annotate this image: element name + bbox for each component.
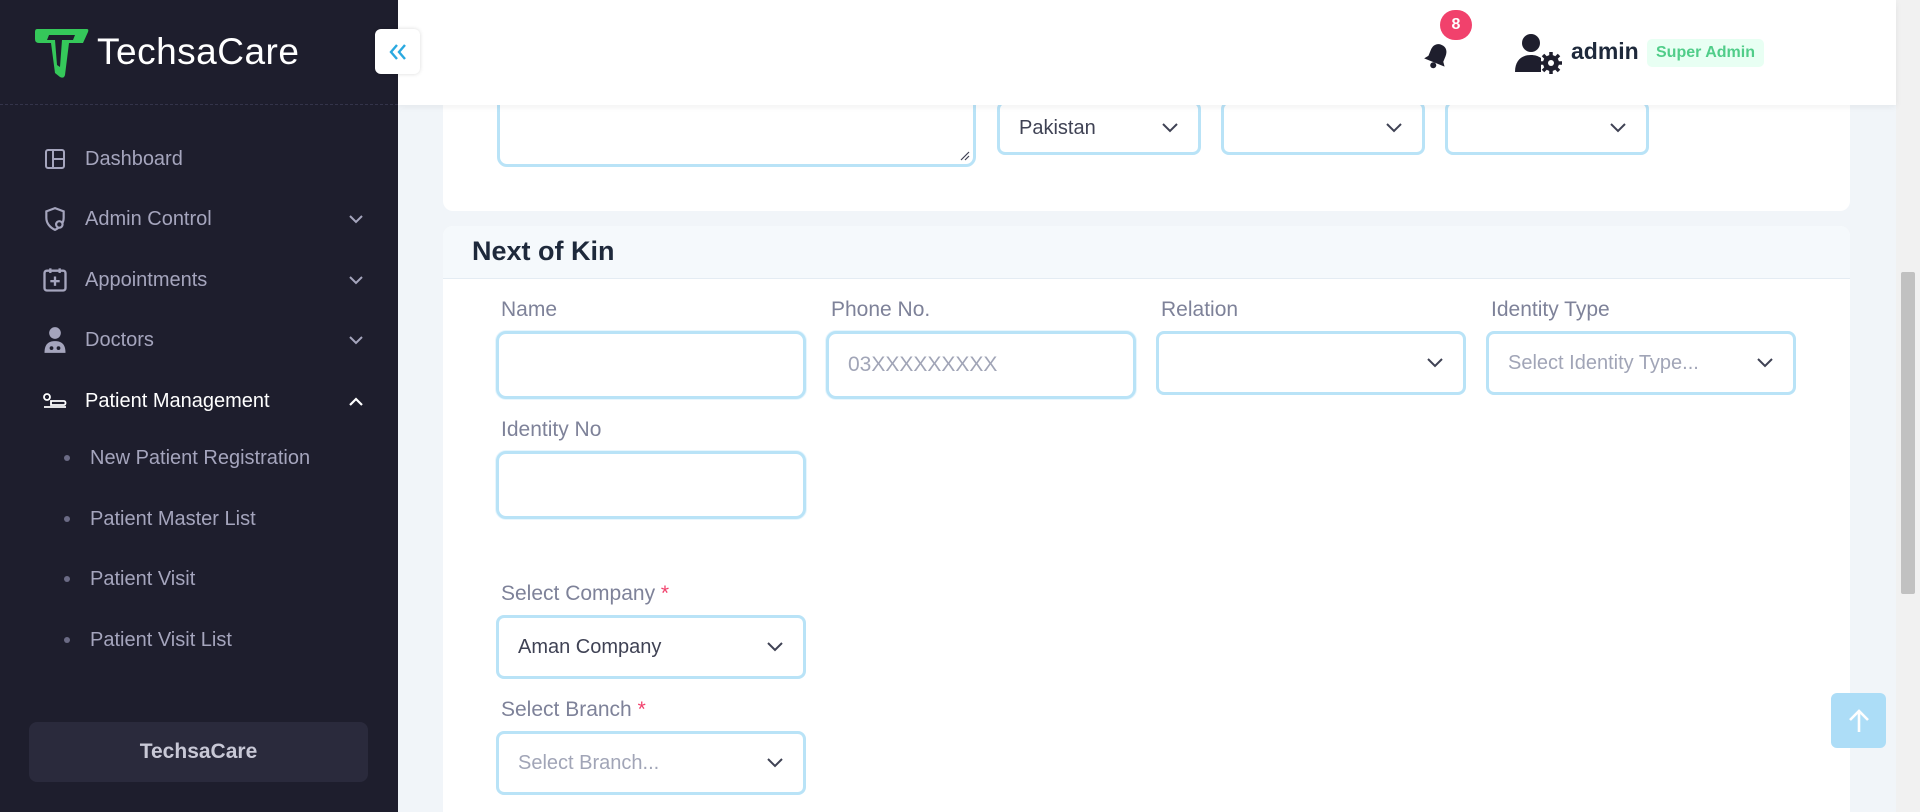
sidebar-subitem-patient-visit[interactable]: Patient Visit [0,557,398,601]
shield-icon [40,204,70,234]
top-header: 8 admin Super Admin [398,0,1896,105]
branch-label-text: Select Branch [501,698,632,721]
branch-select[interactable]: Select Branch... [496,731,806,795]
page-scrollbar[interactable] [1896,0,1920,812]
branch-label: Select Branch * [501,698,646,722]
required-asterisk: * [637,698,646,721]
sidebar-subitem-label: Patient Visit [90,567,196,590]
doctor-icon [40,325,70,355]
company-label: Select Company * [501,582,669,606]
sidebar-divider [0,104,398,105]
province-select[interactable] [1221,101,1425,155]
kin-identity-type-placeholder: Select Identity Type... [1508,351,1699,374]
required-asterisk: * [660,582,670,605]
kin-identity-type-select[interactable]: Select Identity Type... [1486,331,1796,395]
chevron-down-icon [765,640,785,654]
chevron-down-icon[interactable] [346,209,366,229]
sidebar-subitem-patient-master-list[interactable]: Patient Master List [0,497,398,541]
kin-name-input[interactable] [496,331,806,399]
next-of-kin-card: Next of Kin [443,226,1850,812]
sidebar-item-label: Admin Control [85,207,212,230]
double-chevron-left-icon [388,43,406,60]
address-textarea[interactable] [497,95,976,167]
scroll-to-top-button[interactable] [1831,693,1886,748]
chevron-down-icon[interactable] [346,330,366,350]
scrollbar-thumb[interactable] [1901,272,1915,594]
sidebar-item-appointments[interactable]: Appointments [0,255,398,305]
arrow-up-icon [1848,708,1869,732]
chevron-down-icon [1755,356,1775,370]
card-header: Next of Kin [443,226,1850,279]
relation-label: Relation [1161,298,1239,321]
branch-select-placeholder: Select Branch... [518,751,660,774]
chevron-up-icon[interactable] [346,391,366,411]
sidebar-item-dashboard[interactable]: Dashboard [0,134,398,184]
notification-count-badge: 8 [1440,10,1472,40]
sidebar-item-label: Doctors [85,328,154,351]
calendar-plus-icon [40,265,70,295]
chevron-down-icon[interactable] [346,270,366,290]
bullet-dot [64,637,70,643]
notification-bell-icon[interactable] [1421,40,1453,72]
sidebar-subitem-patient-visit-list[interactable]: Patient Visit List [0,618,398,662]
sidebar-item-doctors[interactable]: Doctors [0,315,398,365]
bullet-dot [64,516,70,522]
name-label: Name [501,298,558,321]
sidebar-footer-button[interactable]: TechsaCare [29,722,368,782]
user-name[interactable]: admin [1571,38,1639,65]
chevron-down-icon [765,756,785,770]
sidebar: TechsaCare Dashboard Admin Control Appoi… [0,0,398,812]
sidebar-subitem-label: Patient Visit List [90,628,232,651]
chevron-down-icon [1160,121,1180,135]
section-title: Next of Kin [472,236,615,266]
sidebar-item-label: Patient Management [85,389,270,412]
kin-identity-no-input[interactable] [496,451,806,519]
sidebar-subitem-label: New Patient Registration [90,446,311,469]
kin-relation-select[interactable] [1156,331,1466,395]
bullet-dot [64,576,70,582]
sidebar-item-label: Dashboard [85,147,183,170]
company-label-text: Select Company [501,582,656,605]
company-select[interactable]: Aman Company [496,615,806,679]
brand[interactable]: TechsaCare [31,22,299,82]
city-select[interactable] [1445,101,1649,155]
phone-label: Phone No. [831,298,931,321]
patient-icon [40,386,70,416]
country-select[interactable]: Pakistan [997,101,1201,155]
sidebar-subitem-new-patient-registration[interactable]: New Patient Registration [0,436,398,480]
sidebar-collapse-button[interactable] [375,29,420,74]
dashboard-icon [40,144,70,174]
brand-name: TechsaCare [97,31,300,72]
kin-phone-placeholder: 03XXXXXXXXX [848,353,998,376]
resize-handle-icon[interactable] [960,151,970,161]
chevron-down-icon [1384,121,1404,135]
country-select-value: Pakistan [1019,116,1096,139]
sidebar-subitem-label: Patient Master List [90,507,256,530]
chevron-down-icon [1425,356,1445,370]
sidebar-item-label: Appointments [85,268,208,291]
identity-no-label: Identity No [501,418,602,441]
sidebar-item-patient-management[interactable]: Patient Management [0,376,398,426]
company-select-value: Aman Company [518,635,662,658]
kin-phone-input[interactable]: 03XXXXXXXXX [826,331,1136,399]
user-settings-icon[interactable] [1514,32,1562,74]
bullet-dot [64,455,70,461]
techsacare-logo-icon [35,29,89,78]
chevron-down-icon [1608,121,1628,135]
sidebar-item-admin-control[interactable]: Admin Control [0,194,398,244]
user-role-badge: Super Admin [1647,39,1764,67]
identity-type-label: Identity Type [1491,298,1610,321]
